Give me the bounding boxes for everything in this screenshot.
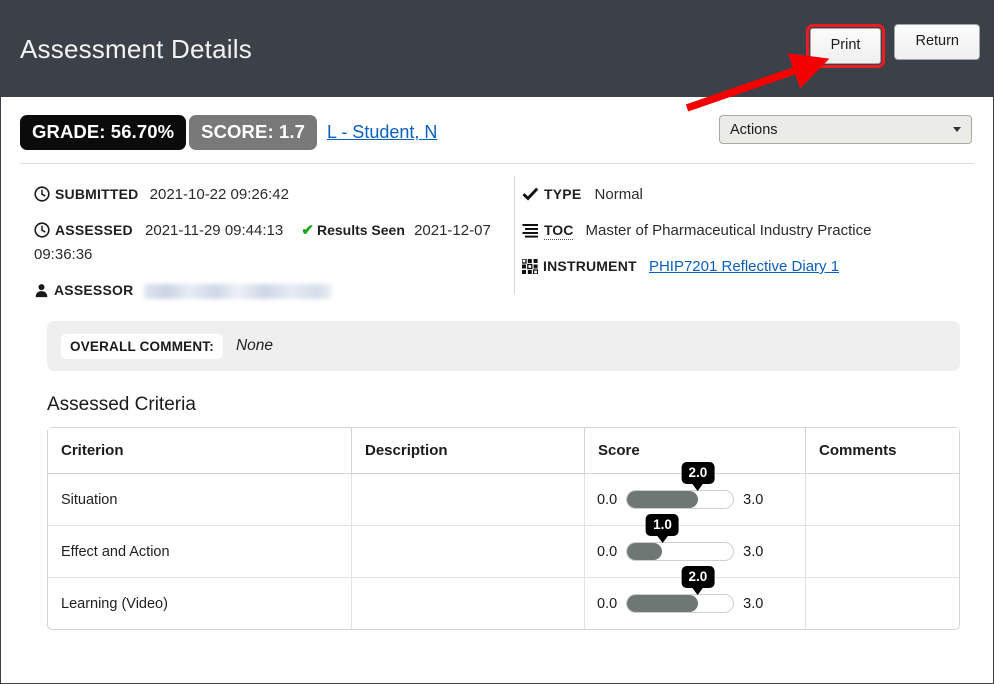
score-track[interactable]: 2.0 <box>626 566 735 613</box>
score-value-bubble: 2.0 <box>681 566 715 595</box>
score-track[interactable]: 1.0 <box>626 514 735 561</box>
actions-dropdown[interactable]: Actions <box>719 115 972 144</box>
checkmark-icon <box>522 187 539 201</box>
score-max-label: 3.0 <box>743 491 764 508</box>
toc-row: TOC Master of Pharmaceutical Industry Pr… <box>522 218 974 243</box>
score-track[interactable]: 2.0 <box>626 462 735 509</box>
toc-label: TOC <box>544 222 574 240</box>
type-row: TYPE Normal <box>522 182 974 207</box>
actions-dropdown-label: Actions <box>730 121 778 138</box>
assessment-details-page: Assessment Details Print Return GRADE: 5… <box>0 0 994 684</box>
clock-icon <box>34 222 50 238</box>
score-value-bubble: 2.0 <box>681 462 715 491</box>
page-title: Assessment Details <box>20 34 252 64</box>
metadata-right-column: TYPE Normal TOC Master of Pharmaceutical… <box>502 182 974 303</box>
metadata-section: SUBMITTED 2021-10-22 09:26:42 ASSESSED 2… <box>14 164 980 313</box>
cell-score: 0.0 2.0 3.0 <box>584 462 806 526</box>
cell-comments <box>806 578 960 630</box>
score-min-label: 0.0 <box>597 595 618 612</box>
page-header: Assessment Details Print Return <box>1 1 993 97</box>
cell-description <box>351 473 585 526</box>
results-seen-label: Results Seen <box>316 222 405 238</box>
cell-description <box>351 577 585 629</box>
table-header-row: Criterion Description Score Comments <box>48 428 959 474</box>
metadata-left-column: SUBMITTED 2021-10-22 09:26:42 ASSESSED 2… <box>20 182 502 303</box>
table-row: Effect and Action 0.0 1.0 3.0 <box>48 514 959 578</box>
submitted-row: SUBMITTED 2021-10-22 09:26:42 <box>34 182 502 207</box>
cell-score: 0.0 2.0 3.0 <box>584 566 806 629</box>
user-icon <box>35 284 48 298</box>
column-header-comments: Comments <box>805 428 959 474</box>
overall-comment-box: OVERALL COMMENT: None <box>47 321 960 371</box>
list-align-icon <box>522 224 538 238</box>
summary-row: GRADE: 56.70% SCORE: 1.7 L - Student, N … <box>14 97 980 163</box>
overall-comment-value: None <box>235 337 274 354</box>
print-button-highlight: Print <box>805 24 886 68</box>
student-link[interactable]: L - Student, N <box>327 122 437 143</box>
results-seen-block: ✔ Results Seen <box>301 222 405 239</box>
score-max-label: 3.0 <box>743 595 764 612</box>
summary-badges: GRADE: 56.70% SCORE: 1.7 L - Student, N <box>20 115 437 150</box>
column-header-criterion: Criterion <box>48 428 352 474</box>
grid-icon <box>522 259 538 274</box>
score-min-label: 0.0 <box>597 491 618 508</box>
assessed-row: ASSESSED 2021-11-29 09:44:13 ✔ Results Se… <box>34 218 502 267</box>
instrument-link[interactable]: PHIP7201 Reflective Diary 1 <box>649 258 839 275</box>
score-fill <box>627 595 698 612</box>
type-label: TYPE <box>544 186 582 202</box>
score-fill <box>627 543 663 560</box>
assessor-label: ASSESSOR <box>54 282 134 298</box>
table-row: Situation 0.0 2.0 3.0 <box>48 462 959 526</box>
instrument-row: INSTRUMENT PHIP7201 Reflective Diary 1 <box>522 254 974 279</box>
return-button[interactable]: Return <box>894 24 980 60</box>
score-min-label: 0.0 <box>597 543 618 560</box>
assessor-row: ASSESSOR <box>34 278 502 303</box>
score-badge: SCORE: 1.7 <box>189 115 317 150</box>
type-value: Normal <box>594 186 643 203</box>
cell-description <box>351 525 585 578</box>
column-header-description: Description <box>351 428 585 474</box>
cell-criterion: Effect and Action <box>48 525 352 578</box>
assessed-criteria-title: Assessed Criteria <box>47 394 196 415</box>
check-icon: ✔ <box>301 222 314 239</box>
assessed-criteria-table-wrapper: Criterion Description Score Comments Sit… <box>47 427 960 630</box>
assessed-label: ASSESSED <box>55 222 133 238</box>
print-button[interactable]: Print <box>809 28 882 64</box>
assessed-value: 2021-11-29 09:44:13 <box>145 222 284 239</box>
submitted-label: SUBMITTED <box>55 186 139 202</box>
score-fill <box>627 491 698 508</box>
cell-criterion: Learning (Video) <box>48 577 352 629</box>
assessed-criteria-table: Criterion Description Score Comments Sit… <box>48 428 959 629</box>
header-action-buttons: Print Return <box>805 24 980 68</box>
instrument-label: INSTRUMENT <box>543 258 637 274</box>
score-slider[interactable]: 0.0 2.0 3.0 <box>597 462 805 509</box>
assessor-value-redacted <box>143 283 332 299</box>
score-slider[interactable]: 0.0 1.0 3.0 <box>597 514 805 561</box>
chevron-down-icon <box>953 127 961 132</box>
submitted-value: 2021-10-22 09:26:42 <box>149 186 289 203</box>
cell-comments <box>805 525 959 578</box>
clock-icon <box>34 186 50 202</box>
cell-criterion: Situation <box>48 473 352 526</box>
grade-badge: GRADE: 56.70% <box>20 115 187 150</box>
toc-value: Master of Pharmaceutical Industry Practi… <box>585 222 872 239</box>
score-max-label: 3.0 <box>743 543 764 560</box>
cell-comments <box>805 473 959 526</box>
score-slider[interactable]: 0.0 2.0 3.0 <box>597 566 805 613</box>
table-row: Learning (Video) 0.0 2.0 3.0 <box>48 566 960 630</box>
page-content: GRADE: 56.70% SCORE: 1.7 L - Student, N … <box>1 97 993 630</box>
overall-comment-label: OVERALL COMMENT: <box>61 333 223 359</box>
score-value-bubble: 1.0 <box>646 514 679 543</box>
